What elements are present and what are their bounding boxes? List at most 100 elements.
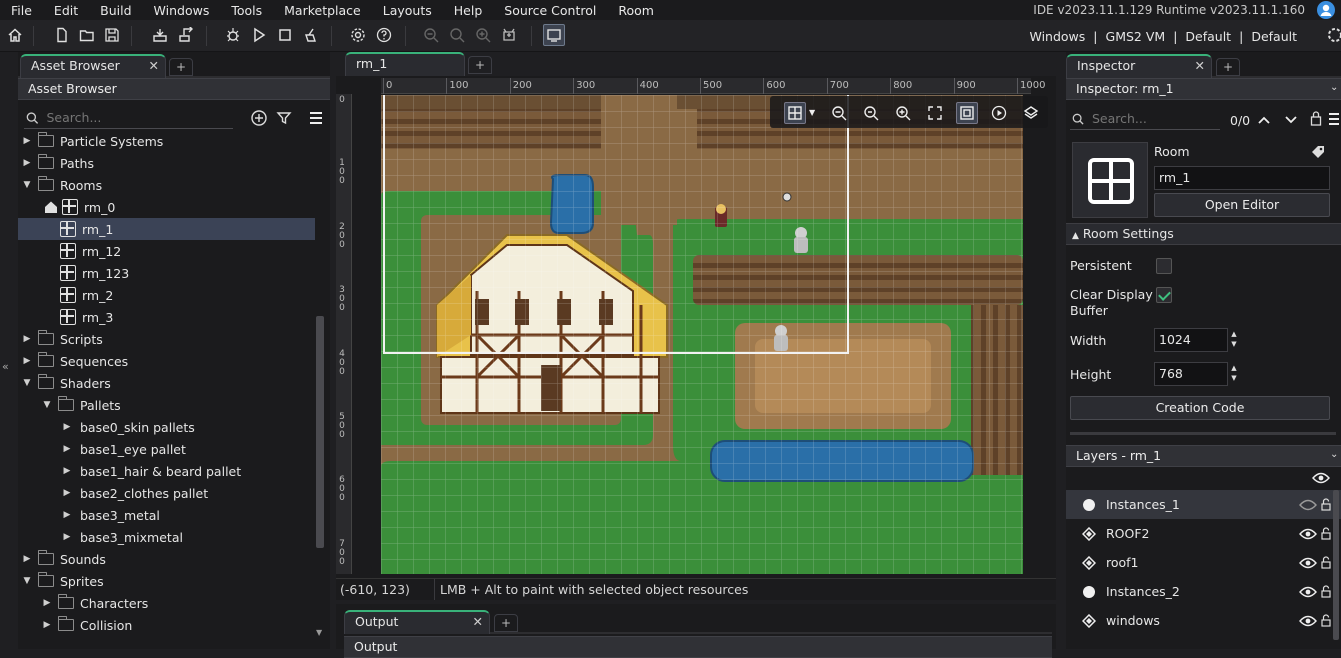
open-project-icon[interactable] [76,24,98,46]
save-icon[interactable] [101,24,123,46]
hamburger-menu-icon[interactable] [307,109,325,127]
collapsed-arrow-icon[interactable]: ▶ [60,444,74,454]
hamburger-menu-icon[interactable] [1328,112,1340,126]
lock-icon[interactable] [1321,527,1331,540]
menu-layouts[interactable]: Layouts [372,3,443,18]
expanded-arrow-icon[interactable]: ▼ [20,576,34,586]
tree-item-folder[interactable]: ▶ Paths [18,152,315,174]
menu-edit[interactable]: Edit [43,3,89,18]
eye-icon[interactable] [1299,586,1317,598]
tree-item-folder[interactable]: ▶ base3_metal [18,504,315,526]
tree-item-folder[interactable]: ▶ Sequences [18,350,315,372]
target-vm[interactable]: GMS2 VM [1102,29,1170,44]
tree-item-folder[interactable]: ▶ Sounds [18,548,315,570]
help-icon[interactable] [373,24,395,46]
layer-row[interactable]: roof1 [1066,548,1341,577]
menu-build[interactable]: Build [89,3,142,18]
tree-item-room[interactable]: rm_2 [18,284,315,306]
asset-browser-scrollbar[interactable] [316,316,324,548]
tab-rm-1[interactable]: rm_1 [345,52,465,76]
tree-item-folder[interactable]: ▶ base0_skin pallets [18,416,315,438]
layer-row[interactable]: Instances_1 [1066,490,1341,519]
layers-scrollbar[interactable] [1333,490,1339,640]
eye-icon[interactable] [1299,615,1317,627]
tree-item-folder[interactable]: ▼ Sprites [18,570,315,592]
tree-item-room[interactable]: rm_12 [18,240,315,262]
collapse-left-dock-icon[interactable]: « [2,360,16,380]
lock-icon[interactable] [1321,498,1331,511]
tree-item-folder[interactable]: ▶ Particle Systems [18,130,315,152]
collapsed-arrow-icon[interactable]: ▶ [20,334,34,344]
eye-icon[interactable] [1299,557,1317,569]
clear-display-buffer-checkbox[interactable] [1156,287,1172,303]
target-device[interactable]: Default [1247,29,1301,44]
eye-icon[interactable] [1299,499,1317,511]
game-options-icon[interactable] [347,24,369,46]
creation-code-button[interactable]: Creation Code [1070,396,1330,420]
tab-asset-browser[interactable]: Asset Browser ✕ [20,54,166,78]
tree-item-room[interactable]: rm_3 [18,306,315,328]
height-stepper-icon[interactable]: ▲ ▼ [1229,363,1239,385]
collapsed-arrow-icon[interactable]: ▶ [60,510,74,520]
gamepad-icon[interactable] [498,24,520,46]
target-settings-icon[interactable] [1325,26,1341,44]
collapsed-arrow-icon[interactable]: ▶ [60,488,74,498]
add-tab-button[interactable]: + [468,56,492,74]
collapsed-arrow-icon[interactable]: ▶ [60,532,74,542]
tree-item-folder[interactable]: ▶ base1_eye pallet [18,438,315,460]
tree-item-folder[interactable]: ▶ Scripts [18,328,315,350]
expanded-arrow-icon[interactable]: ▼ [20,180,34,190]
grid-dropdown-icon[interactable]: ▼ [809,108,815,117]
user-account-icon[interactable] [1317,1,1335,19]
eye-icon[interactable] [1312,472,1330,484]
target-config[interactable]: Default [1181,29,1235,44]
zoom-reset-icon[interactable] [446,24,468,46]
fit-to-view-icon[interactable] [924,102,946,124]
tag-icon[interactable] [1310,144,1326,160]
close-icon[interactable]: ✕ [149,56,159,76]
zoom-in-icon[interactable] [472,24,494,46]
tab-inspector[interactable]: Inspector ✕ [1066,54,1212,78]
room-settings-header[interactable]: ▲ Room Settings [1066,223,1341,245]
add-tab-button[interactable]: + [1216,58,1240,76]
tab-output[interactable]: Output ✕ [344,610,490,634]
collapsed-arrow-icon[interactable]: ▶ [60,466,74,476]
zoom-in-icon[interactable] [892,102,914,124]
open-editor-button[interactable]: Open Editor [1154,193,1330,217]
collapsed-arrow-icon[interactable]: ▶ [20,136,34,146]
new-project-icon[interactable] [51,24,73,46]
tree-item-folder[interactable]: ▶ Collision [18,614,315,636]
menu-file[interactable]: File [0,3,43,18]
lock-icon[interactable] [1321,614,1331,627]
layer-row[interactable]: windows [1066,606,1341,635]
lock-icon[interactable] [1321,585,1331,598]
layer-row[interactable]: ROOF2 [1066,519,1341,548]
lock-icon[interactable] [1310,110,1322,126]
chevron-down-icon[interactable]: ⌄ [1330,82,1338,93]
tree-item-folder[interactable]: ▼ Shaders [18,372,315,394]
tree-item-folder[interactable]: ▶ base2_clothes pallet [18,482,315,504]
play-animations-icon[interactable] [988,102,1010,124]
workspace-toggle-icon[interactable] [543,24,565,46]
grid-toggle-icon[interactable] [784,102,806,124]
tree-item-folder[interactable]: ▶ Characters [18,592,315,614]
menu-help[interactable]: Help [443,3,494,18]
layers-icon[interactable] [1020,102,1042,124]
layer-row[interactable]: Instances_2 [1066,577,1341,606]
show-views-icon[interactable] [956,102,978,124]
debug-icon[interactable] [222,24,244,46]
home-icon[interactable] [4,24,26,46]
tree-item-room[interactable]: rm_123 [18,262,315,284]
lock-icon[interactable] [1321,556,1331,569]
create-asset-icon[interactable] [250,109,268,127]
menu-marketplace[interactable]: Marketplace [273,3,372,18]
collapsed-arrow-icon[interactable]: ▶ [20,356,34,366]
target-selector[interactable]: Windows | GMS2 VM | Default | Default [1025,20,1301,52]
menu-tools[interactable]: Tools [220,3,273,18]
tree-item-folder[interactable]: ▼ Rooms [18,174,315,196]
zoom-reset-icon[interactable] [860,102,882,124]
close-icon[interactable]: ✕ [473,612,483,632]
tree-item-folder[interactable]: ▶ base3_mixmetal [18,526,315,548]
target-platform[interactable]: Windows [1025,29,1089,44]
eye-icon[interactable] [1299,528,1317,540]
